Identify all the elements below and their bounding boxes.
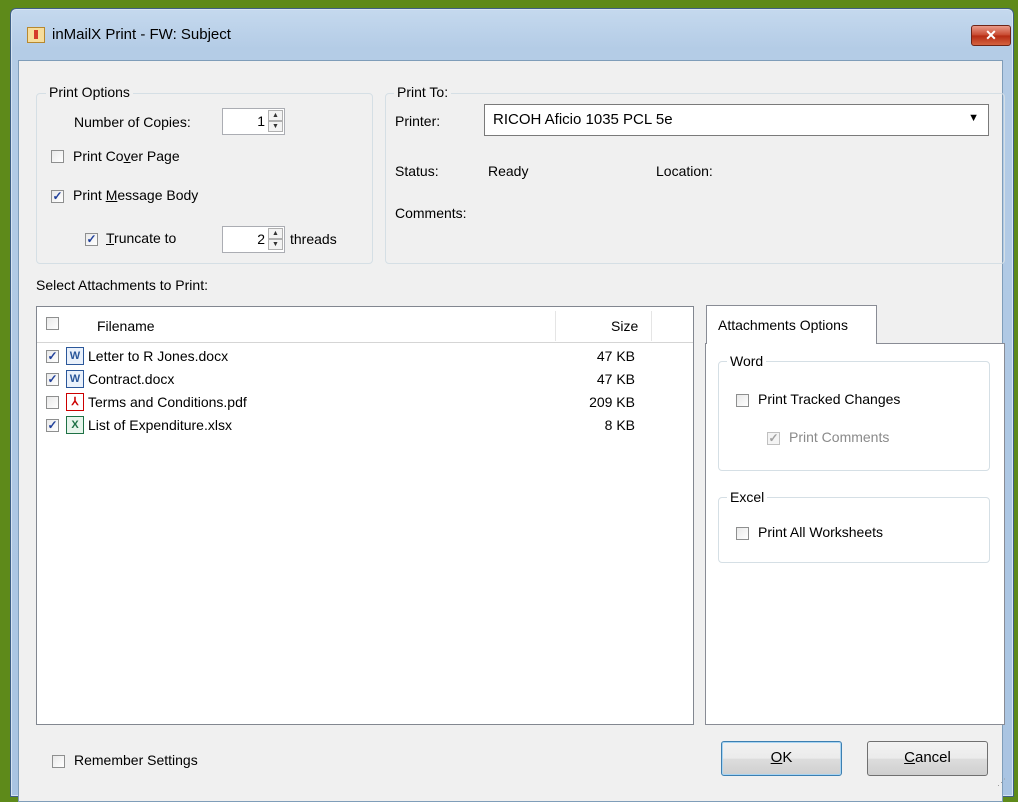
word-group-title: Word xyxy=(727,353,767,369)
column-header-size[interactable]: Size xyxy=(611,317,638,335)
attachment-size: 47 KB xyxy=(596,371,635,387)
column-divider[interactable] xyxy=(651,311,652,341)
spin-up-icon[interactable]: ▲ xyxy=(268,228,283,239)
spin-down-icon[interactable]: ▼ xyxy=(268,121,283,132)
close-icon: ✕ xyxy=(985,27,997,43)
truncate-checkbox[interactable]: ✓ xyxy=(85,233,98,246)
cover-page-checkbox[interactable] xyxy=(51,150,64,163)
attachment-checkbox[interactable]: ✓ xyxy=(46,350,59,363)
print-comments-checkbox[interactable]: ✓ xyxy=(767,432,780,445)
copies-label: Number of Copies: xyxy=(74,114,191,130)
tab-attachments-options[interactable]: Attachments Options xyxy=(706,305,877,344)
message-body-label[interactable]: Print Message Body xyxy=(73,186,198,204)
attachment-size: 209 KB xyxy=(589,394,635,410)
cancel-button[interactable]: Cancel xyxy=(867,741,988,776)
all-worksheets-checkbox[interactable] xyxy=(736,527,749,540)
threads-value: 2 xyxy=(257,231,265,247)
tracked-changes-label[interactable]: Print Tracked Changes xyxy=(758,390,900,408)
copies-value: 1 xyxy=(257,113,265,129)
attachment-filename: Terms and Conditions.pdf xyxy=(88,394,247,410)
word-doc-icon: W xyxy=(66,347,84,365)
word-options-group xyxy=(718,361,990,471)
select-all-checkbox[interactable] xyxy=(46,317,59,330)
attachment-checkbox[interactable]: ✓ xyxy=(46,373,59,386)
threads-spin-buttons[interactable]: ▲ ▼ xyxy=(268,228,283,251)
app-icon xyxy=(27,27,45,43)
copies-spinner[interactable]: 1 ▲ ▼ xyxy=(222,108,285,135)
printer-selected-value: RICOH Aficio 1035 PCL 5e xyxy=(493,111,673,128)
attachment-filename: Letter to R Jones.docx xyxy=(88,348,229,364)
attachment-filename: List of Expenditure.xlsx xyxy=(88,417,232,433)
attachment-row[interactable]: ✓ W Contract.docx 47 KB xyxy=(37,368,693,390)
spin-down-icon[interactable]: ▼ xyxy=(268,239,283,250)
checkmark-icon: ✓ xyxy=(47,349,58,363)
word-doc-icon: W xyxy=(66,370,84,388)
print-comments-label[interactable]: Print Comments xyxy=(789,428,889,446)
message-body-checkbox[interactable]: ✓ xyxy=(51,190,64,203)
attachment-row[interactable]: ✓ X List of Expenditure.xlsx 8 KB xyxy=(37,414,693,436)
status-value: Ready xyxy=(488,163,529,179)
pdf-icon: ⅄ xyxy=(66,393,84,411)
list-header: Filename Size xyxy=(37,307,693,343)
checkmark-icon: ✓ xyxy=(52,189,63,203)
attachments-section-label: Select Attachments to Print: xyxy=(36,277,208,293)
checkmark-icon: ✓ xyxy=(47,372,58,386)
attachment-filename: Contract.docx xyxy=(88,371,175,387)
printer-label: Printer: xyxy=(395,113,441,129)
attachments-list[interactable]: Filename Size ✓ W Letter to R Jones.docx 47… xyxy=(36,306,694,725)
spin-up-icon[interactable]: ▲ xyxy=(268,110,283,121)
attachment-row[interactable]: ✓ W Letter to R Jones.docx 47 KB xyxy=(37,345,693,367)
resize-grip-icon[interactable]: ⋰ xyxy=(997,778,1009,791)
excel-group-title: Excel xyxy=(727,489,768,505)
column-divider[interactable] xyxy=(555,311,556,341)
location-label: Location: xyxy=(656,163,713,179)
tracked-changes-checkbox[interactable] xyxy=(736,394,749,407)
tab-label: Attachments Options xyxy=(718,317,848,333)
print-options-title: Print Options xyxy=(46,84,133,100)
status-label: Status: xyxy=(395,163,439,179)
threads-label: threads xyxy=(290,231,337,247)
window-title: inMailX Print - FW: Subject xyxy=(52,26,231,43)
remember-settings-label[interactable]: Remember Settings xyxy=(74,751,198,769)
printer-select[interactable]: RICOH Aficio 1035 PCL 5e ▼ xyxy=(484,104,989,136)
truncate-label[interactable]: Truncate to xyxy=(106,229,176,247)
attachment-checkbox[interactable]: ✓ xyxy=(46,419,59,432)
copies-spin-buttons[interactable]: ▲ ▼ xyxy=(268,110,283,133)
checkmark-icon: ✓ xyxy=(768,431,779,445)
all-worksheets-label[interactable]: Print All Worksheets xyxy=(758,523,883,541)
cover-page-label[interactable]: Print Cover Page xyxy=(73,147,180,165)
checkmark-icon: ✓ xyxy=(47,418,58,432)
ok-button[interactable]: OK xyxy=(721,741,842,776)
excel-doc-icon: X xyxy=(66,416,84,434)
attachment-size: 47 KB xyxy=(596,348,635,364)
dropdown-arrow-icon: ▼ xyxy=(968,112,979,124)
attachment-checkbox[interactable] xyxy=(46,396,59,409)
attachment-size: 8 KB xyxy=(604,417,635,433)
print-to-title: Print To: xyxy=(394,84,452,100)
remember-settings-checkbox[interactable] xyxy=(52,755,65,768)
checkmark-icon: ✓ xyxy=(86,232,97,246)
threads-spinner[interactable]: 2 ▲ ▼ xyxy=(222,226,285,253)
comments-label: Comments: xyxy=(395,205,467,221)
attachment-row[interactable]: ⅄ Terms and Conditions.pdf 209 KB xyxy=(37,391,693,413)
column-header-filename[interactable]: Filename xyxy=(97,317,155,335)
close-button[interactable]: ✕ xyxy=(971,25,1011,46)
